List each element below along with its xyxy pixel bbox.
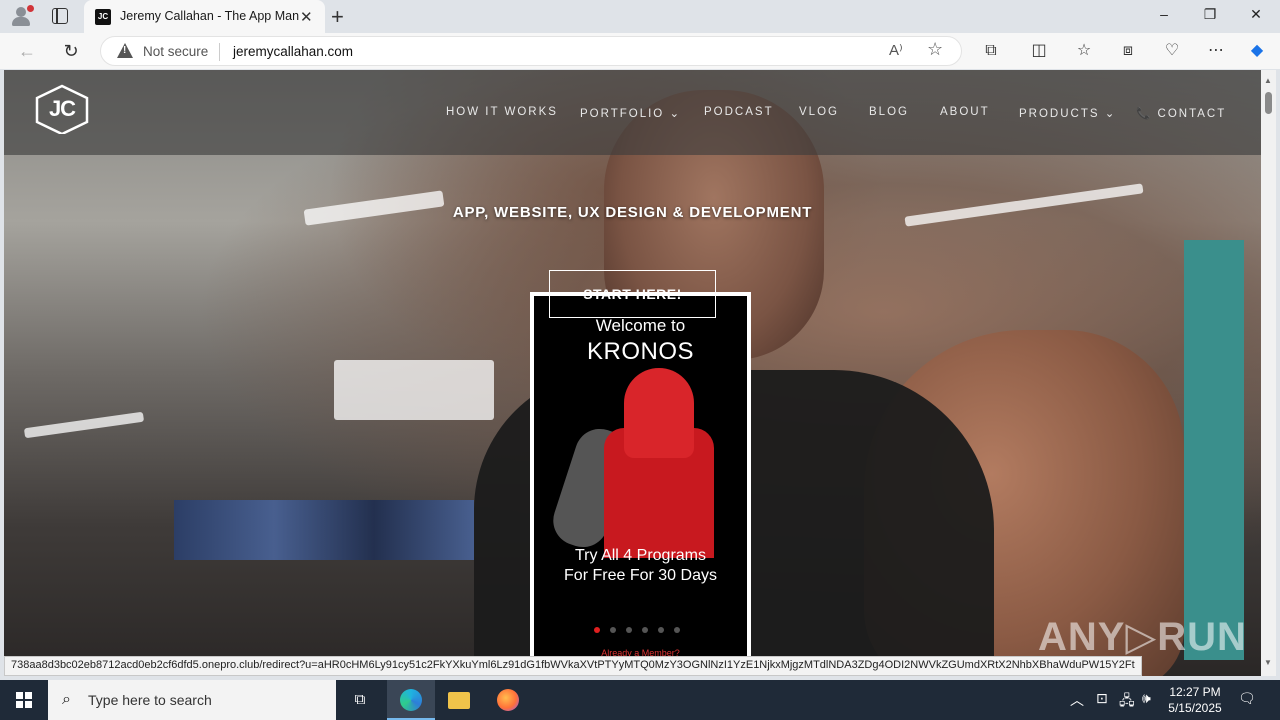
start-here-button[interactable]: START HERE! — [549, 270, 716, 318]
hero-background-screens — [174, 500, 474, 560]
hero-tagline: APP, WEBSITE, UX DESIGN & DEVELOPMENT — [452, 204, 813, 221]
windows-taskbar: ⌕ Type here to search ⧉ ︿ ⊡ 🖧 🕪 12:27 PM… — [0, 680, 1280, 720]
kronos-promo-popup[interactable]: Welcome to KRONOS Try All 4 Programs For… — [530, 292, 751, 676]
logo-text: JC — [48, 96, 76, 121]
network-icon[interactable]: 🖧 — [1119, 690, 1135, 714]
split-screen-icon[interactable]: ◫ — [1028, 40, 1050, 62]
taskbar-clock[interactable]: 12:27 PM 5/15/2025 — [1160, 684, 1230, 716]
page-viewport: JC HOW IT WORKS PORTFOLIO ⌄ PODCAST VLOG… — [4, 70, 1261, 676]
favorite-star-icon[interactable]: ☆ — [927, 39, 943, 60]
promo-offer-line1: Try All 4 Programs — [575, 547, 706, 564]
taskbar-file-explorer[interactable] — [435, 680, 483, 720]
nav-about[interactable]: ABOUT — [940, 106, 990, 118]
hero-background-rack — [1184, 240, 1244, 660]
nav-how-it-works[interactable]: HOW IT WORKS — [446, 106, 558, 118]
site-logo[interactable]: JC — [34, 84, 90, 136]
start-button[interactable] — [0, 680, 48, 720]
browser-essentials-icon[interactable]: ♡ — [1161, 40, 1183, 62]
page-scrollbar[interactable]: ▲ ▼ — [1261, 70, 1276, 676]
status-bar-link-url: 738aa8d3bc02eb8712acd0eb2cf6dfd5.onepro.… — [4, 656, 1142, 676]
new-tab-button[interactable]: + — [331, 4, 344, 30]
nav-podcast[interactable]: PODCAST — [704, 106, 774, 118]
show-hidden-icons[interactable]: ︿ — [1070, 690, 1084, 710]
copilot-icon[interactable]: ◆ — [1246, 40, 1268, 62]
nav-contact[interactable]: 📞 CONTACT — [1136, 106, 1226, 120]
carousel-dot[interactable] — [610, 627, 616, 633]
carousel-dot[interactable] — [626, 627, 632, 633]
back-button[interactable]: ← — [14, 39, 40, 63]
profile-icon[interactable] — [8, 4, 36, 28]
nav-vlog[interactable]: VLOG — [799, 106, 839, 118]
taskbar-edge[interactable] — [387, 680, 435, 720]
tab-title: Jeremy Callahan - The App Man — [120, 9, 300, 23]
folder-icon — [448, 692, 470, 709]
read-aloud-icon[interactable]: A⁾ — [889, 41, 903, 59]
device-icon[interactable]: ⊡ — [1096, 690, 1108, 707]
collections-icon[interactable]: ⧈ — [1117, 40, 1139, 62]
taskbar-firefox[interactable] — [484, 680, 532, 720]
minimize-button[interactable]: – — [1141, 6, 1187, 22]
scrollbar-thumb[interactable] — [1265, 92, 1272, 114]
anyrun-watermark: ANY▷RUN — [1038, 615, 1247, 659]
carousel-dot[interactable] — [642, 627, 648, 633]
restore-button[interactable]: ❐ — [1187, 6, 1233, 23]
site-header: JC HOW IT WORKS PORTFOLIO ⌄ PODCAST VLOG… — [4, 70, 1261, 155]
taskbar-search[interactable]: ⌕ Type here to search — [48, 680, 336, 720]
close-window-button[interactable]: ✕ — [1233, 6, 1279, 23]
browser-tab-active[interactable]: JC Jeremy Callahan - The App Man ✕ — [84, 0, 325, 33]
site-favicon: JC — [95, 9, 111, 25]
task-view-icon: ⧉ — [354, 691, 366, 708]
nav-products[interactable]: PRODUCTS ⌄ — [1019, 106, 1116, 120]
browser-tab-strip: JC Jeremy Callahan - The App Man ✕ + – ❐… — [0, 0, 1280, 33]
nav-portfolio[interactable]: PORTFOLIO ⌄ — [580, 106, 681, 120]
close-tab-icon[interactable]: ✕ — [300, 8, 313, 26]
promo-brand: KRONOS — [586, 338, 694, 365]
nav-blog[interactable]: BLOG — [869, 106, 909, 118]
scroll-up-icon[interactable]: ▲ — [1264, 76, 1272, 85]
browser-toolbar: ← ↻ Not secure jeremycallahan.com A⁾ ☆ ⧉… — [0, 33, 1280, 69]
favorites-icon[interactable]: ☆ — [1073, 40, 1095, 62]
task-view-button[interactable]: ⧉ — [336, 680, 384, 720]
clock-date: 5/15/2025 — [1168, 701, 1222, 715]
address-bar[interactable]: Not secure jeremycallahan.com A⁾ ☆ — [100, 36, 962, 66]
promo-carousel-dots — [594, 620, 690, 633]
firefox-icon — [497, 689, 519, 711]
search-placeholder[interactable]: Type here to search — [88, 692, 212, 708]
search-icon: ⌕ — [62, 691, 71, 708]
settings-more-icon[interactable]: ⋯ — [1205, 40, 1227, 62]
tab-actions-icon[interactable] — [52, 8, 68, 24]
windows-logo-icon — [16, 692, 32, 708]
extensions-icon[interactable]: ⧉ — [980, 40, 1002, 62]
carousel-dot[interactable] — [658, 627, 664, 633]
not-secure-warning-icon[interactable] — [117, 43, 133, 58]
notifications-icon[interactable]: 🗨 — [1238, 690, 1256, 707]
url-text[interactable]: jeremycallahan.com — [233, 44, 353, 59]
edge-icon — [400, 689, 422, 711]
volume-icon[interactable]: 🕪 — [1142, 690, 1151, 707]
promo-athlete-image — [546, 368, 724, 558]
address-divider — [219, 43, 220, 61]
carousel-dot[interactable] — [674, 627, 680, 633]
promo-offer-line2: For Free For 30 Days — [564, 567, 717, 584]
promo-offer: Try All 4 Programs For Free For 30 Days — [534, 546, 747, 586]
security-label[interactable]: Not secure — [143, 44, 208, 59]
clock-time: 12:27 PM — [1169, 685, 1221, 699]
carousel-dot[interactable] — [594, 627, 600, 633]
scroll-down-icon[interactable]: ▼ — [1264, 658, 1272, 667]
promo-welcome: Welcome to — [595, 316, 686, 335]
refresh-button[interactable]: ↻ — [58, 39, 84, 63]
